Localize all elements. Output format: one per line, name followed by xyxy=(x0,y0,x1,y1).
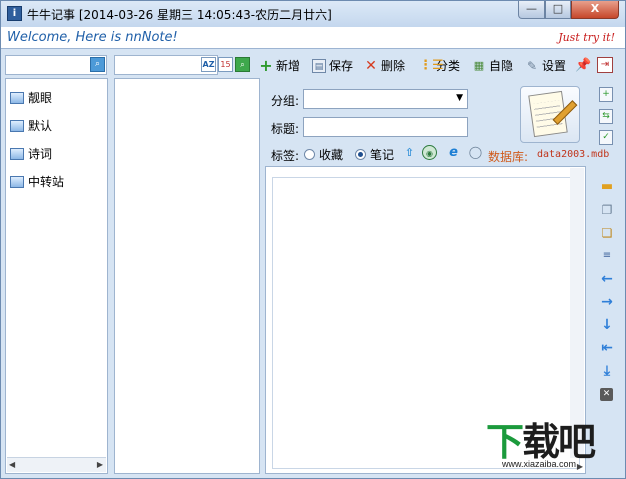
auto-hide-label: 自隐 xyxy=(489,59,514,73)
add-button[interactable]: + 新增 xyxy=(259,57,300,75)
note-label: 笔记 xyxy=(370,148,395,162)
database-label: 数据库: xyxy=(488,150,529,164)
note-list[interactable] xyxy=(114,78,260,474)
radio-circle[interactable] xyxy=(304,149,315,160)
category-list: 靓眼 默认 诗词 中转站 ◀ ▶ xyxy=(5,78,108,474)
delete-button[interactable]: ✕ 删除 xyxy=(364,57,405,75)
up-arrow-icon[interactable]: ⇧ xyxy=(402,145,417,160)
category-search-input[interactable]: ⌕ xyxy=(5,55,107,75)
minimize-button[interactable]: — xyxy=(518,1,545,19)
indent-icon[interactable]: ≡ xyxy=(599,248,615,264)
classify-button[interactable]: ⋮☰分类 xyxy=(419,57,460,75)
category-label: 默认 xyxy=(28,119,53,133)
globe-icon[interactable]: ◉ xyxy=(422,145,437,160)
tag-label: 标签: xyxy=(271,149,300,163)
sort-az-icon[interactable]: AZ xyxy=(201,57,216,72)
settings-button[interactable]: ✎ 设置 xyxy=(525,57,566,75)
tree-icon: ⋮☰ xyxy=(419,57,444,73)
title-label: 标题: xyxy=(271,122,300,136)
exit-icon[interactable]: ⇥ xyxy=(597,57,613,73)
category-label: 靓眼 xyxy=(28,91,53,105)
app-window: i 牛牛记事 [2014-03-26 星期三 14:05:43-农历二月廿六] … xyxy=(0,0,626,479)
arrow-left-icon[interactable]: ← xyxy=(599,271,615,287)
delete-label: 删除 xyxy=(381,59,406,73)
plus-icon: + xyxy=(259,55,273,75)
calendar-icon[interactable]: 15 xyxy=(218,57,233,72)
welcome-text: Welcome, Here is nnNote! xyxy=(7,30,178,45)
category-horizontal-scrollbar[interactable]: ◀ ▶ xyxy=(7,457,106,472)
chevron-down-icon[interactable]: ▼ xyxy=(456,93,463,103)
browser-icon[interactable]: e xyxy=(446,145,461,160)
title-input[interactable] xyxy=(303,117,468,137)
note-radio[interactable]: 笔记 xyxy=(355,146,394,163)
grid-icon: ▦ xyxy=(473,58,485,72)
category-label: 中转站 xyxy=(28,175,65,189)
notepad-button[interactable] xyxy=(520,86,580,143)
save-icon: ▤ xyxy=(312,58,326,73)
welcome-banner: Welcome, Here is nnNote! Just try it! xyxy=(1,27,625,49)
doc-exchange-icon[interactable]: ⇆ xyxy=(599,109,613,124)
category-label: 诗词 xyxy=(28,147,53,161)
category-search-icon[interactable]: ⌕ xyxy=(90,57,105,72)
app-info-icon[interactable]: i xyxy=(7,6,22,21)
title-bar[interactable]: i 牛牛记事 [2014-03-26 星期三 14:05:43-农历二月廿六] … xyxy=(1,1,625,27)
scroll-left-icon[interactable]: ◀ xyxy=(9,460,15,469)
window-title: 牛牛记事 [2014-03-26 星期三 14:05:43-农历二月廿六] xyxy=(27,8,332,22)
category-item-poetry[interactable]: 诗词 xyxy=(10,145,52,163)
scroll-right-icon[interactable]: ▶ xyxy=(97,460,103,469)
doc-check-icon[interactable]: ✓ xyxy=(599,130,613,145)
tools-icon: ✎ xyxy=(526,58,538,73)
category-folder-icon xyxy=(10,119,24,132)
category-folder-icon xyxy=(10,147,24,160)
maximize-button[interactable]: □ xyxy=(545,1,571,19)
category-item-jingyan[interactable]: 靓眼 xyxy=(10,89,52,107)
editor-textarea[interactable] xyxy=(272,177,580,469)
favorite-radio[interactable]: 收藏 xyxy=(304,146,343,163)
pin-icon[interactable]: 📌 xyxy=(575,58,591,73)
clear-icon[interactable]: ✕ xyxy=(600,388,613,401)
arrow-down-icon[interactable]: ↓ xyxy=(599,317,615,333)
category-item-transit[interactable]: 中转站 xyxy=(10,173,64,191)
editor-vertical-scrollbar[interactable] xyxy=(570,168,584,458)
scroll-right-icon[interactable]: ▶ xyxy=(577,462,583,471)
open-folder-icon[interactable]: ▬ xyxy=(599,179,615,195)
auto-hide-button[interactable]: ▦ 自隐 xyxy=(472,57,513,75)
download-icon[interactable]: ⤓ xyxy=(599,363,615,379)
category-folder-icon xyxy=(10,175,24,188)
group-label: 分组: xyxy=(271,94,300,108)
new-doc-icon[interactable]: + xyxy=(599,87,613,102)
copy-icon[interactable]: ❐ xyxy=(599,202,615,218)
radio-circle-selected[interactable] xyxy=(355,149,366,160)
arrow-first-icon[interactable]: ⇤ xyxy=(599,340,615,356)
favorite-label: 收藏 xyxy=(319,148,344,162)
note-search-icon[interactable]: ⌕ xyxy=(235,57,250,72)
paste-icon[interactable]: ❏ xyxy=(599,225,615,241)
category-item-default[interactable]: 默认 xyxy=(10,117,52,135)
settings-label: 设置 xyxy=(542,59,567,73)
add-label: 新增 xyxy=(276,59,301,73)
category-folder-icon xyxy=(10,91,24,104)
try-it-text: Just try it! xyxy=(558,31,615,44)
group-select[interactable]: ▼ xyxy=(303,89,468,109)
comment-icon[interactable]: ◯ xyxy=(468,145,483,160)
save-label: 保存 xyxy=(329,59,354,73)
save-button[interactable]: ▤ 保存 xyxy=(312,57,353,75)
note-editor[interactable]: ▶ xyxy=(265,166,586,474)
close-button[interactable]: X xyxy=(571,1,619,19)
database-name[interactable]: data2003.mdb xyxy=(537,149,609,160)
main-toolbar: + 新增 ▤ 保存 ✕ 删除 ⋮☰分类 ▦ 自隐 ✎ 设置 📌 ⇥ xyxy=(259,55,621,77)
arrow-right-icon[interactable]: → xyxy=(599,294,615,310)
delete-icon: ✕ xyxy=(365,57,377,74)
